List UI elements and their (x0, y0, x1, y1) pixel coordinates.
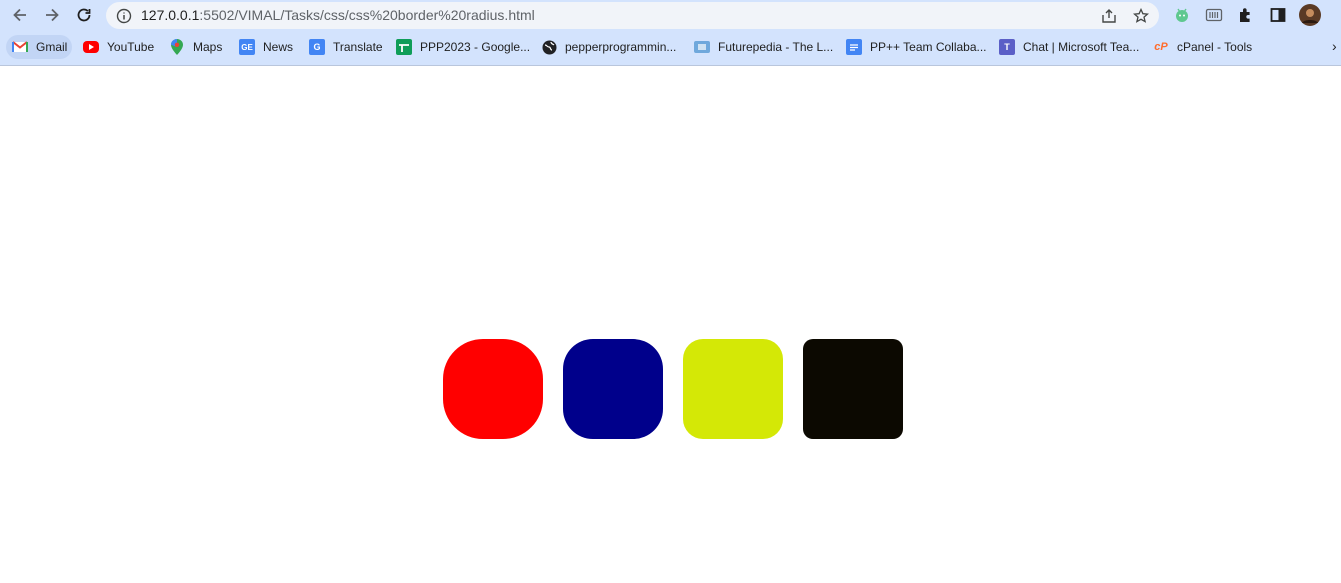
profile-avatar[interactable] (1299, 4, 1321, 26)
bookmark-maps[interactable]: Maps (163, 35, 222, 59)
site-info-icon[interactable] (114, 6, 134, 26)
bookmark-label: Maps (193, 40, 223, 54)
bookmark-label: YouTube (107, 40, 155, 54)
bookmark-label: PPP2023 - Google... (420, 40, 531, 54)
news-icon: GE (239, 39, 255, 55)
arrow-right-icon (46, 8, 59, 22)
rounded-box-red (443, 339, 543, 439)
cpanel-icon: cP (1154, 41, 1168, 53)
url-text[interactable]: 127.0.0.1:5502/VIMAL/Tasks/css/css%20bor… (141, 7, 535, 23)
bookmark-youtube[interactable]: YouTube (77, 35, 154, 59)
globe-icon (541, 39, 557, 55)
sheets-icon (396, 39, 412, 55)
url-host: 127.0.0.1 (141, 7, 200, 23)
bookmark-label: cPanel - Tools (1177, 40, 1253, 54)
bookmark-futurepedia[interactable]: Futurepedia - The L... (688, 35, 833, 59)
bookmark-label: News (263, 40, 294, 54)
back-button[interactable] (7, 3, 33, 27)
teams-icon: T (999, 39, 1015, 55)
barcode-extension-icon[interactable] (1204, 5, 1224, 25)
android-extension-icon[interactable] (1172, 5, 1192, 25)
forward-button[interactable] (39, 3, 65, 27)
extensions-puzzle-icon[interactable] (1236, 5, 1256, 25)
bookmark-label: Chat | Microsoft Tea... (1023, 40, 1140, 54)
bookmark-cpanel[interactable]: cP cPanel - Tools (1147, 35, 1252, 59)
page-content (0, 66, 1341, 583)
rounded-box-black (803, 339, 903, 439)
bookmarks-bar: Gmail YouTube Maps GE News G Translate P… (0, 33, 1341, 61)
gmail-icon (12, 39, 28, 55)
futurepedia-icon (694, 41, 710, 53)
maps-icon (169, 39, 185, 55)
browser-toolbar: 127.0.0.1:5502/VIMAL/Tasks/css/css%20bor… (0, 0, 1341, 31)
bookmarks-overflow-chevron-icon[interactable]: › (1332, 38, 1337, 54)
reload-icon (77, 8, 91, 22)
url-path: :5502/VIMAL/Tasks/css/css%20border%20rad… (199, 7, 535, 23)
side-panel-icon[interactable] (1268, 5, 1288, 25)
bookmark-label: pepperprogrammin... (565, 40, 677, 54)
youtube-icon (83, 41, 99, 53)
bookmark-label: PP++ Team Collaba... (870, 40, 987, 54)
address-bar[interactable]: 127.0.0.1:5502/VIMAL/Tasks/css/css%20bor… (106, 2, 1159, 29)
arrow-left-icon (13, 8, 26, 22)
bookmark-ppp2023[interactable]: PPP2023 - Google... (390, 35, 530, 59)
bookmark-gmail[interactable]: Gmail (6, 35, 72, 59)
docs-icon (846, 39, 862, 55)
translate-icon: G (309, 39, 325, 55)
bookmark-pp-team[interactable]: PP++ Team Collaba... (840, 35, 987, 59)
bookmark-label: Gmail (36, 40, 68, 54)
rounded-box-yellow (683, 339, 783, 439)
reload-button[interactable] (71, 3, 97, 27)
share-icon[interactable] (1099, 6, 1119, 26)
bookmark-star-icon[interactable] (1131, 6, 1151, 26)
bookmark-news[interactable]: GE News (233, 35, 293, 59)
bookmark-pepperprogramming[interactable]: pepperprogrammin... (535, 35, 676, 59)
rounded-box-navy (563, 339, 663, 439)
browser-chrome: 127.0.0.1:5502/VIMAL/Tasks/css/css%20bor… (0, 0, 1341, 66)
bookmark-teams[interactable]: T Chat | Microsoft Tea... (993, 35, 1139, 59)
bookmark-label: Translate (333, 40, 383, 54)
bookmark-translate[interactable]: G Translate (303, 35, 383, 59)
bookmark-label: Futurepedia - The L... (718, 40, 834, 54)
